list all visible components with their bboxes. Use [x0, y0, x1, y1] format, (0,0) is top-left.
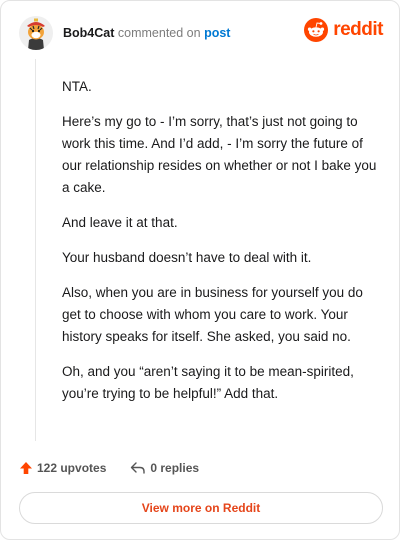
reddit-logo[interactable]: reddit [304, 18, 383, 42]
user-avatar[interactable] [19, 16, 53, 50]
comment-paragraph: Oh, and you “aren’t saying it to be mean… [62, 364, 354, 401]
action-text: commented on [117, 26, 201, 40]
post-link[interactable]: post [204, 26, 230, 40]
reddit-snoo-icon [304, 18, 329, 42]
view-more-button[interactable]: View more on Reddit [19, 492, 383, 524]
comment-paragraph: NTA. [62, 79, 92, 94]
upvote-button[interactable]: 122 upvotes [19, 461, 106, 475]
reddit-wordmark: reddit [333, 19, 383, 40]
upvote-count: 122 upvotes [37, 461, 107, 475]
comment-meta: Bob4Cat commented on post [63, 25, 230, 41]
thread-line [35, 59, 36, 441]
tiger-avatar-icon [19, 16, 53, 50]
comment-body: NTA. Here’s my go to - I’m sorry, that’s… [62, 76, 380, 418]
reply-arrow-icon [131, 462, 146, 474]
username-link[interactable]: Bob4Cat [63, 26, 114, 40]
reply-button[interactable]: 0 replies [130, 461, 199, 475]
comment-header: Bob4Cat commented on post reddit [19, 15, 383, 51]
comment-paragraph: Your husband doesn’t have to deal with i… [62, 250, 312, 265]
comment-paragraph: Also, when you are in business for yours… [62, 285, 363, 344]
comment-embed-card: Bob4Cat commented on post reddit NTA. He… [0, 0, 400, 540]
comment-footer: 122 upvotes 0 replies [19, 457, 199, 479]
comment-paragraph: Here’s my go to - I’m sorry, that’s just… [62, 114, 377, 195]
reply-count: 0 replies [150, 461, 200, 475]
comment-paragraph: And leave it at that. [62, 215, 178, 230]
upvote-arrow-icon [20, 462, 32, 474]
